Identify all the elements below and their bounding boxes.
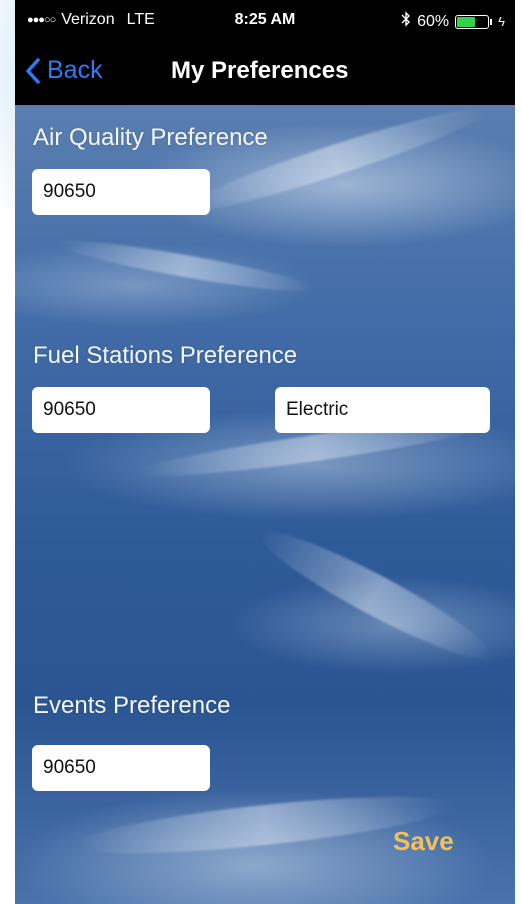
cloud-streak <box>178 96 492 224</box>
save-button[interactable]: Save <box>393 826 454 857</box>
air-quality-zip-input[interactable] <box>32 169 210 215</box>
back-label: Back <box>47 56 103 84</box>
charging-icon: ϟ <box>498 14 505 29</box>
phone-screen: ●●●○○ Verizon LTE 8:25 AM 60% ϟ Back My … <box>15 0 515 904</box>
fuel-type-input[interactable] <box>275 387 490 433</box>
cloud-streak <box>55 232 315 300</box>
battery-icon <box>455 14 490 29</box>
battery-tip <box>490 18 493 25</box>
status-right: 60% ϟ <box>401 11 505 32</box>
fuel-stations-label: Fuel Stations Preference <box>33 342 298 369</box>
events-zip-input[interactable] <box>32 745 210 791</box>
battery-percent: 60% <box>417 12 450 30</box>
bluetooth-icon <box>401 11 411 32</box>
events-label: Events Preference <box>33 692 231 719</box>
back-button[interactable]: Back <box>25 56 103 85</box>
cloud-streak <box>250 516 500 674</box>
air-quality-label: Air Quality Preference <box>33 124 268 151</box>
battery-fill <box>457 16 476 27</box>
page-title: My Preferences <box>171 57 349 84</box>
status-bar: ●●●○○ Verizon LTE 8:25 AM 60% ϟ <box>15 0 515 42</box>
slide-page: ●●●○○ Verizon LTE 8:25 AM 60% ϟ Back My … <box>0 0 522 904</box>
fuel-stations-zip-input[interactable] <box>32 387 210 433</box>
navigation-bar: Back My Preferences <box>15 42 515 105</box>
chevron-left-icon <box>25 57 41 85</box>
